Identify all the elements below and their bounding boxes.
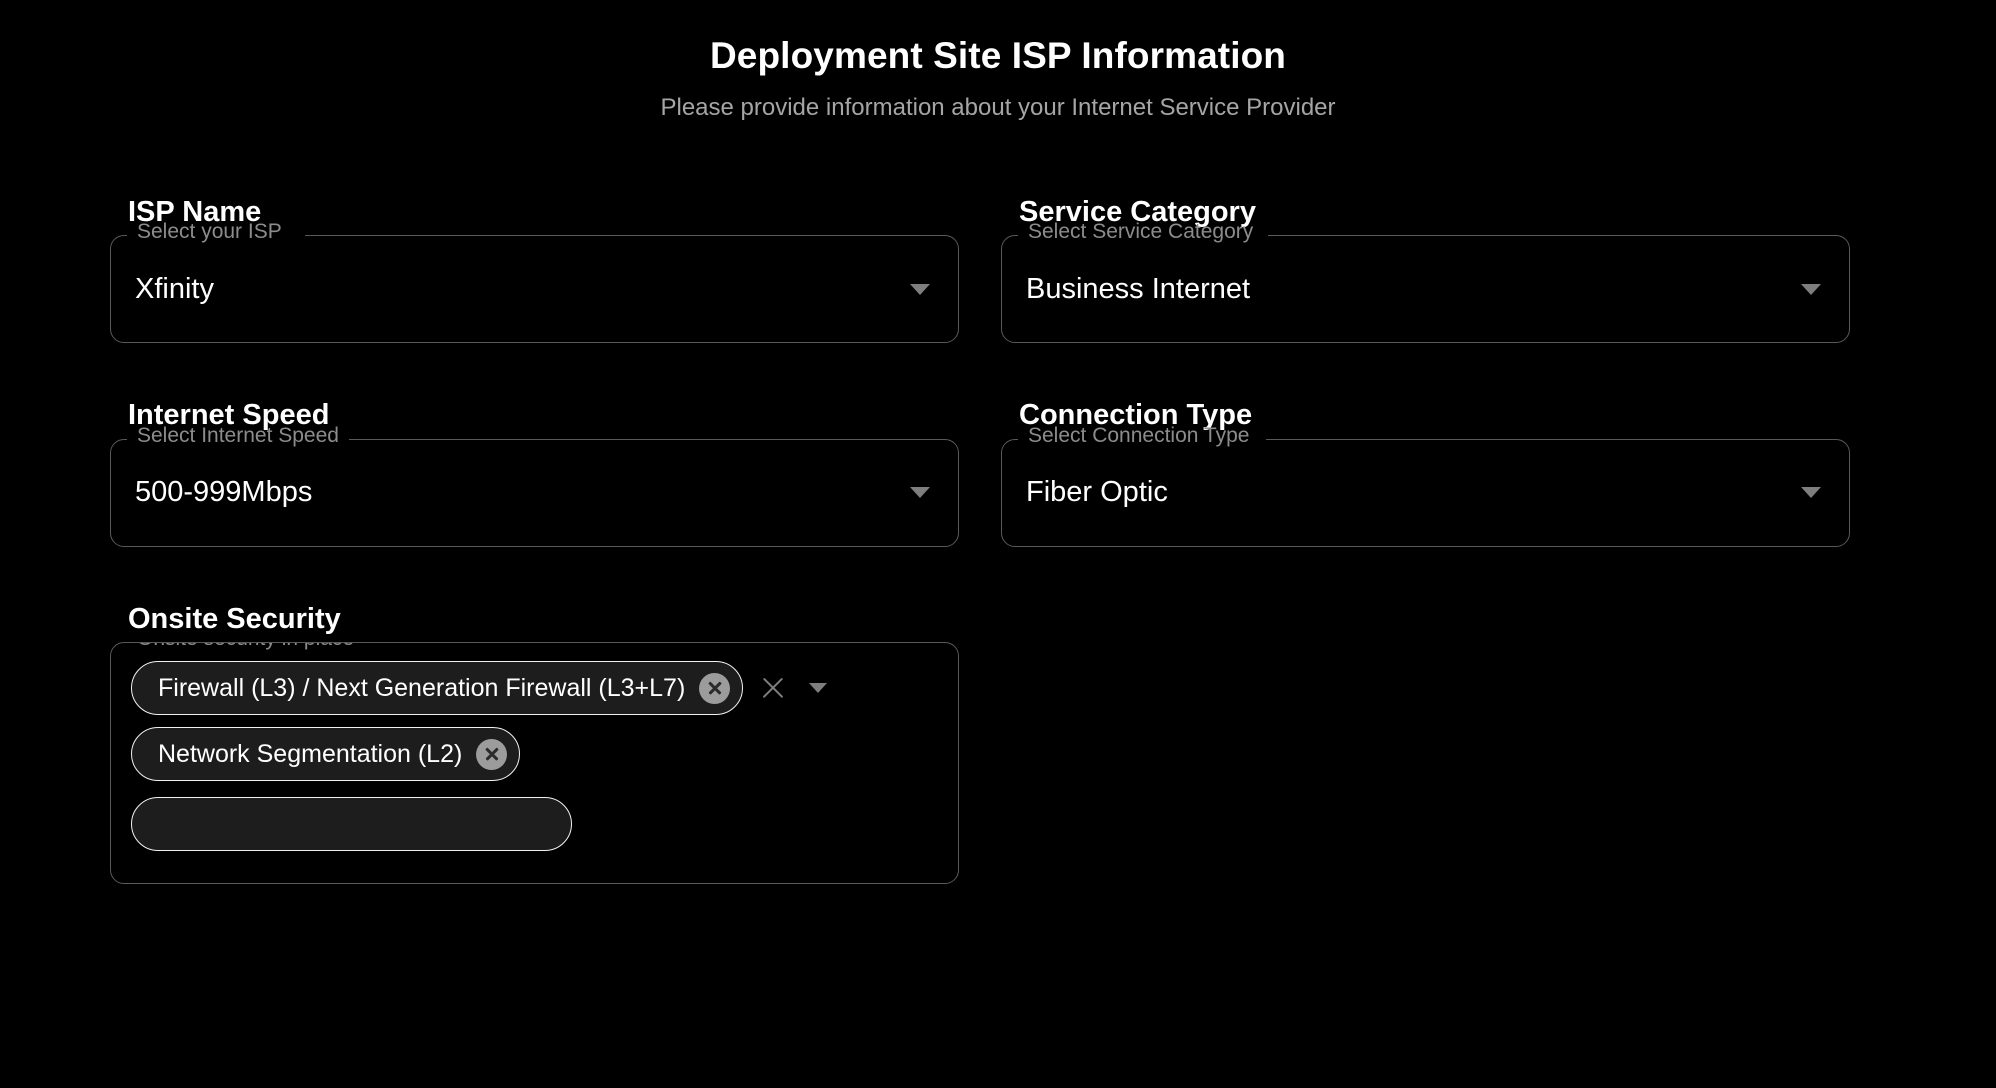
field-isp-name: ISP Name Select your ISP Xfinity <box>110 196 959 344</box>
service-category-select[interactable]: Select Service Category Business Interne… <box>1001 221 1850 344</box>
chip-line-2: Network Segmentation (L2) <box>131 727 521 782</box>
floating-label-isp-name: Select your ISP <box>137 220 282 244</box>
isp-information-page: Deployment Site ISP Information Please p… <box>0 0 1996 1088</box>
field-heading-onsite-security: Onsite Security <box>128 602 341 635</box>
isp-name-select[interactable]: Select your ISP Xfinity <box>110 221 959 344</box>
chevron-down-icon[interactable] <box>910 487 930 499</box>
page-title: Deployment Site ISP Information <box>709 35 1286 76</box>
chip-label: Network Segmentation (L2) <box>158 739 463 768</box>
chevron-down-icon[interactable] <box>1801 487 1821 499</box>
connection-type-value: Fiber Optic <box>1026 478 1168 508</box>
floating-label-service-category: Select Service Category <box>1028 220 1254 244</box>
floating-label-connection-type: Select Connection Type <box>1028 423 1250 447</box>
chevron-down-icon[interactable] <box>809 683 828 694</box>
field-onsite-security: Onsite Security Onsite security in place… <box>110 602 959 885</box>
isp-name-value: Xfinity <box>135 274 214 304</box>
chip-label: Firewall (L3) / Next Generation Firewall… <box>158 673 686 702</box>
chip-list: Firewall (L3) / Next Generation Firewall… <box>131 661 958 852</box>
multiselect-adornments <box>759 674 828 702</box>
page-subtitle: Please provide information about your In… <box>660 94 1336 122</box>
form-row-3-spacer <box>1001 603 1850 884</box>
chip-line-1: Firewall (L3) / Next Generation Firewall… <box>131 661 828 716</box>
form-row-2: Internet Speed Select Internet Speed 500… <box>110 399 1890 547</box>
floating-label-internet-speed: Select Internet Speed <box>137 423 339 447</box>
chevron-down-icon[interactable] <box>1801 283 1821 295</box>
connection-type-select[interactable]: Select Connection Type Fiber Optic <box>1001 425 1850 547</box>
close-icon[interactable] <box>759 674 787 702</box>
field-service-category: Service Category Select Service Category… <box>1001 196 1850 344</box>
chevron-down-icon[interactable] <box>910 283 930 295</box>
field-connection-type: Connection Type Select Connection Type F… <box>1001 399 1850 547</box>
form-row-1: ISP Name Select your ISP Xfinity Service… <box>110 196 1890 344</box>
field-internet-speed: Internet Speed Select Internet Speed 500… <box>110 399 959 547</box>
chip[interactable]: Firewall (L3) / Next Generation Firewall… <box>131 661 744 716</box>
floating-label-onsite-security: Onsite security in place <box>132 643 359 649</box>
form-row-3: Onsite Security Onsite security in place… <box>110 602 1890 885</box>
internet-speed-value: 500-999Mbps <box>135 478 313 508</box>
page-header: Deployment Site ISP Information Please p… <box>0 0 1996 123</box>
isp-form: ISP Name Select your ISP Xfinity Service… <box>110 196 1890 940</box>
onsite-security-chip-area: Firewall (L3) / Next Generation Firewall… <box>111 643 958 883</box>
chip-clipped[interactable] <box>131 797 572 852</box>
chip-delete-icon[interactable] <box>699 672 731 704</box>
service-category-value: Business Internet <box>1026 274 1251 304</box>
internet-speed-select[interactable]: Select Internet Speed 500-999Mbps <box>110 425 959 547</box>
chip[interactable]: Network Segmentation (L2) <box>131 727 521 782</box>
onsite-security-multiselect[interactable]: Onsite security in place Firewall (L3) /… <box>110 642 959 885</box>
chip-delete-icon[interactable] <box>476 738 508 770</box>
